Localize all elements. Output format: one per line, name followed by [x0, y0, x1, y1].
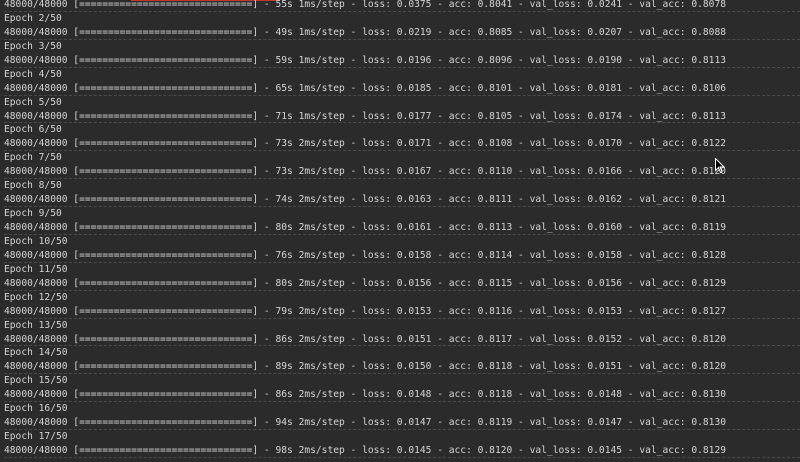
epoch-line: Epoch 5/50 [4, 96, 62, 108]
progress-line: 48000/48000 [===========================… [4, 54, 800, 68]
progress-line: 48000/48000 [===========================… [4, 305, 800, 319]
epoch-line: Epoch 14/50 [4, 347, 68, 359]
progress-line: 48000/48000 [===========================… [4, 193, 800, 208]
epoch-line: Epoch 13/50 [4, 319, 68, 331]
progress-line: 48000/48000 [===========================… [4, 388, 800, 403]
epoch-line: Epoch 6/50 [4, 124, 62, 136]
epoch-line: Epoch 17/50 [4, 431, 68, 443]
progress-line: 48000/48000 [===========================… [4, 137, 800, 152]
epoch-line: Epoch 10/50 [4, 235, 68, 247]
progress-line: 48000/48000 [===========================… [4, 444, 800, 458]
progress-line: 48000/48000 [===========================… [4, 26, 800, 40]
progress-line: 48000/48000 [===========================… [4, 221, 800, 235]
epoch-line: Epoch 4/50 [4, 68, 62, 80]
progress-line: 48000/48000 [===========================… [4, 277, 800, 291]
epoch-line: Epoch 3/50 [4, 40, 62, 52]
progress-line: 48000/48000 [===========================… [4, 82, 800, 96]
epoch-line: Epoch 15/50 [4, 375, 68, 387]
progress-line: 48000/48000 [===========================… [4, 416, 800, 431]
terminal-output: 48000/48000 [===========================… [0, 0, 800, 458]
epoch-line: Epoch 7/50 [4, 152, 62, 164]
epoch-line: Epoch 16/50 [4, 403, 68, 415]
epoch-line: Epoch 12/50 [4, 291, 68, 303]
epoch-line: Epoch 2/50 [4, 12, 62, 24]
epoch-line: Epoch 9/50 [4, 208, 62, 220]
epoch-line: Epoch 11/50 [4, 263, 68, 275]
progress-line: 48000/48000 [===========================… [4, 249, 800, 263]
epoch-line: Epoch 8/50 [4, 180, 62, 192]
mouse-pointer-icon [715, 158, 725, 174]
progress-line: 48000/48000 [===========================… [4, 165, 800, 180]
progress-line: 48000/48000 [===========================… [4, 110, 800, 124]
progress-line: 48000/48000 [===========================… [4, 360, 800, 375]
progress-line: 48000/48000 [===========================… [4, 0, 800, 12]
progress-line: 48000/48000 [===========================… [4, 333, 800, 347]
terminal-window[interactable]: 48000/48000 [===========================… [0, 0, 800, 462]
